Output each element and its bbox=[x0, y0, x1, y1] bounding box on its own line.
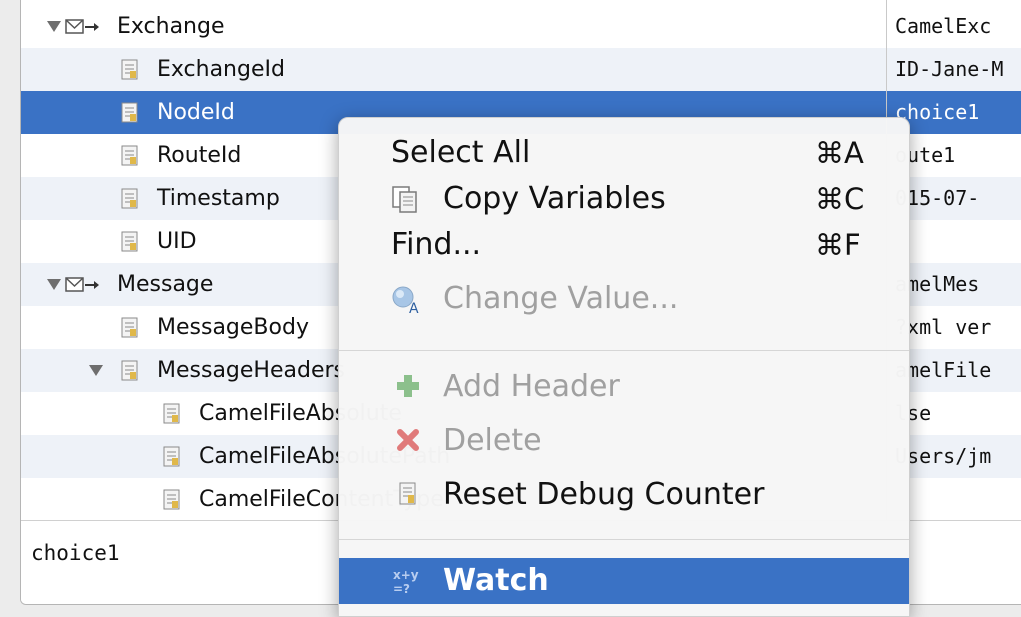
tree-row-label: MessageBody bbox=[157, 315, 309, 340]
menu-item-select-all[interactable]: Select All ⌘A bbox=[339, 130, 909, 176]
variable-icon bbox=[121, 317, 138, 338]
menu-item-delete[interactable]: Delete bbox=[339, 418, 909, 464]
variable-icon bbox=[163, 489, 180, 510]
envelope-arrow-icon bbox=[65, 19, 99, 34]
tree-row-label: MessageHeaders bbox=[157, 358, 345, 383]
menu-item-label: Copy Variables bbox=[443, 181, 666, 216]
tree-row-value: ID-Jane-M bbox=[895, 57, 1004, 81]
context-menu: Select All ⌘A Copy Variables ⌘C Find... … bbox=[338, 117, 910, 617]
tree-row-label: Message bbox=[117, 272, 214, 297]
menu-item-label: Watch bbox=[443, 563, 549, 598]
variable-icon bbox=[121, 59, 138, 80]
detail-text: choice1 bbox=[31, 541, 120, 565]
menu-item-label: Find... bbox=[391, 227, 482, 262]
watch-expression-icon: x+y =? bbox=[393, 568, 419, 596]
menu-item-shortcut: ⌘A bbox=[815, 136, 864, 170]
menu-item-label: Change Value... bbox=[443, 281, 679, 316]
plus-icon bbox=[397, 375, 419, 397]
tree-row-label: Exchange bbox=[117, 14, 225, 39]
menu-item-label: Select All bbox=[391, 135, 531, 170]
variable-icon bbox=[121, 360, 138, 381]
tree-row-exchange[interactable]: Exchange CamelExc bbox=[21, 5, 1021, 48]
svg-text:x+y: x+y bbox=[393, 568, 419, 582]
menu-item-watch[interactable]: x+y =? Watch bbox=[339, 558, 909, 604]
variable-icon bbox=[399, 482, 416, 505]
variable-icon bbox=[121, 188, 138, 209]
menu-item-add-header[interactable]: Add Header bbox=[339, 364, 909, 410]
expand-triangle-icon[interactable] bbox=[47, 279, 61, 290]
menu-item-change-value[interactable]: A Change Value... bbox=[339, 276, 909, 322]
menu-item-label: Reset Debug Counter bbox=[443, 477, 765, 512]
expand-triangle-icon[interactable] bbox=[47, 21, 61, 32]
svg-text:=?: =? bbox=[393, 582, 410, 596]
variable-icon bbox=[121, 231, 138, 252]
menu-item-find[interactable]: Find... ⌘F bbox=[339, 222, 909, 268]
svg-text:A: A bbox=[409, 301, 419, 315]
menu-item-shortcut: ⌘C bbox=[815, 182, 865, 216]
menu-separator bbox=[339, 350, 909, 351]
variable-icon bbox=[121, 102, 138, 123]
envelope-arrow-icon bbox=[65, 277, 99, 292]
variable-icon bbox=[163, 446, 180, 467]
variable-icon bbox=[121, 145, 138, 166]
expand-triangle-icon[interactable] bbox=[89, 365, 103, 376]
tree-row-exchangeid[interactable]: ExchangeId ID-Jane-M bbox=[21, 48, 1021, 91]
copy-icon bbox=[392, 186, 417, 213]
tree-row-label: UID bbox=[157, 229, 197, 254]
menu-item-label: Add Header bbox=[443, 369, 620, 404]
tree-row-label: RouteId bbox=[157, 143, 242, 168]
menu-item-shortcut: ⌘F bbox=[815, 228, 861, 262]
menu-item-copy-variables[interactable]: Copy Variables ⌘C bbox=[339, 176, 909, 222]
menu-separator bbox=[339, 539, 909, 540]
menu-item-reset-debug-counter[interactable]: Reset Debug Counter bbox=[339, 472, 909, 518]
variable-icon bbox=[163, 403, 180, 424]
change-value-icon: A bbox=[392, 286, 419, 315]
tree-row-label: Timestamp bbox=[157, 186, 280, 211]
tree-row-label: ExchangeId bbox=[157, 57, 285, 82]
delete-icon bbox=[397, 429, 419, 451]
tree-row-value: CamelExc bbox=[895, 14, 992, 38]
menu-item-label: Delete bbox=[443, 423, 542, 458]
tree-row-label: NodeId bbox=[157, 100, 235, 125]
